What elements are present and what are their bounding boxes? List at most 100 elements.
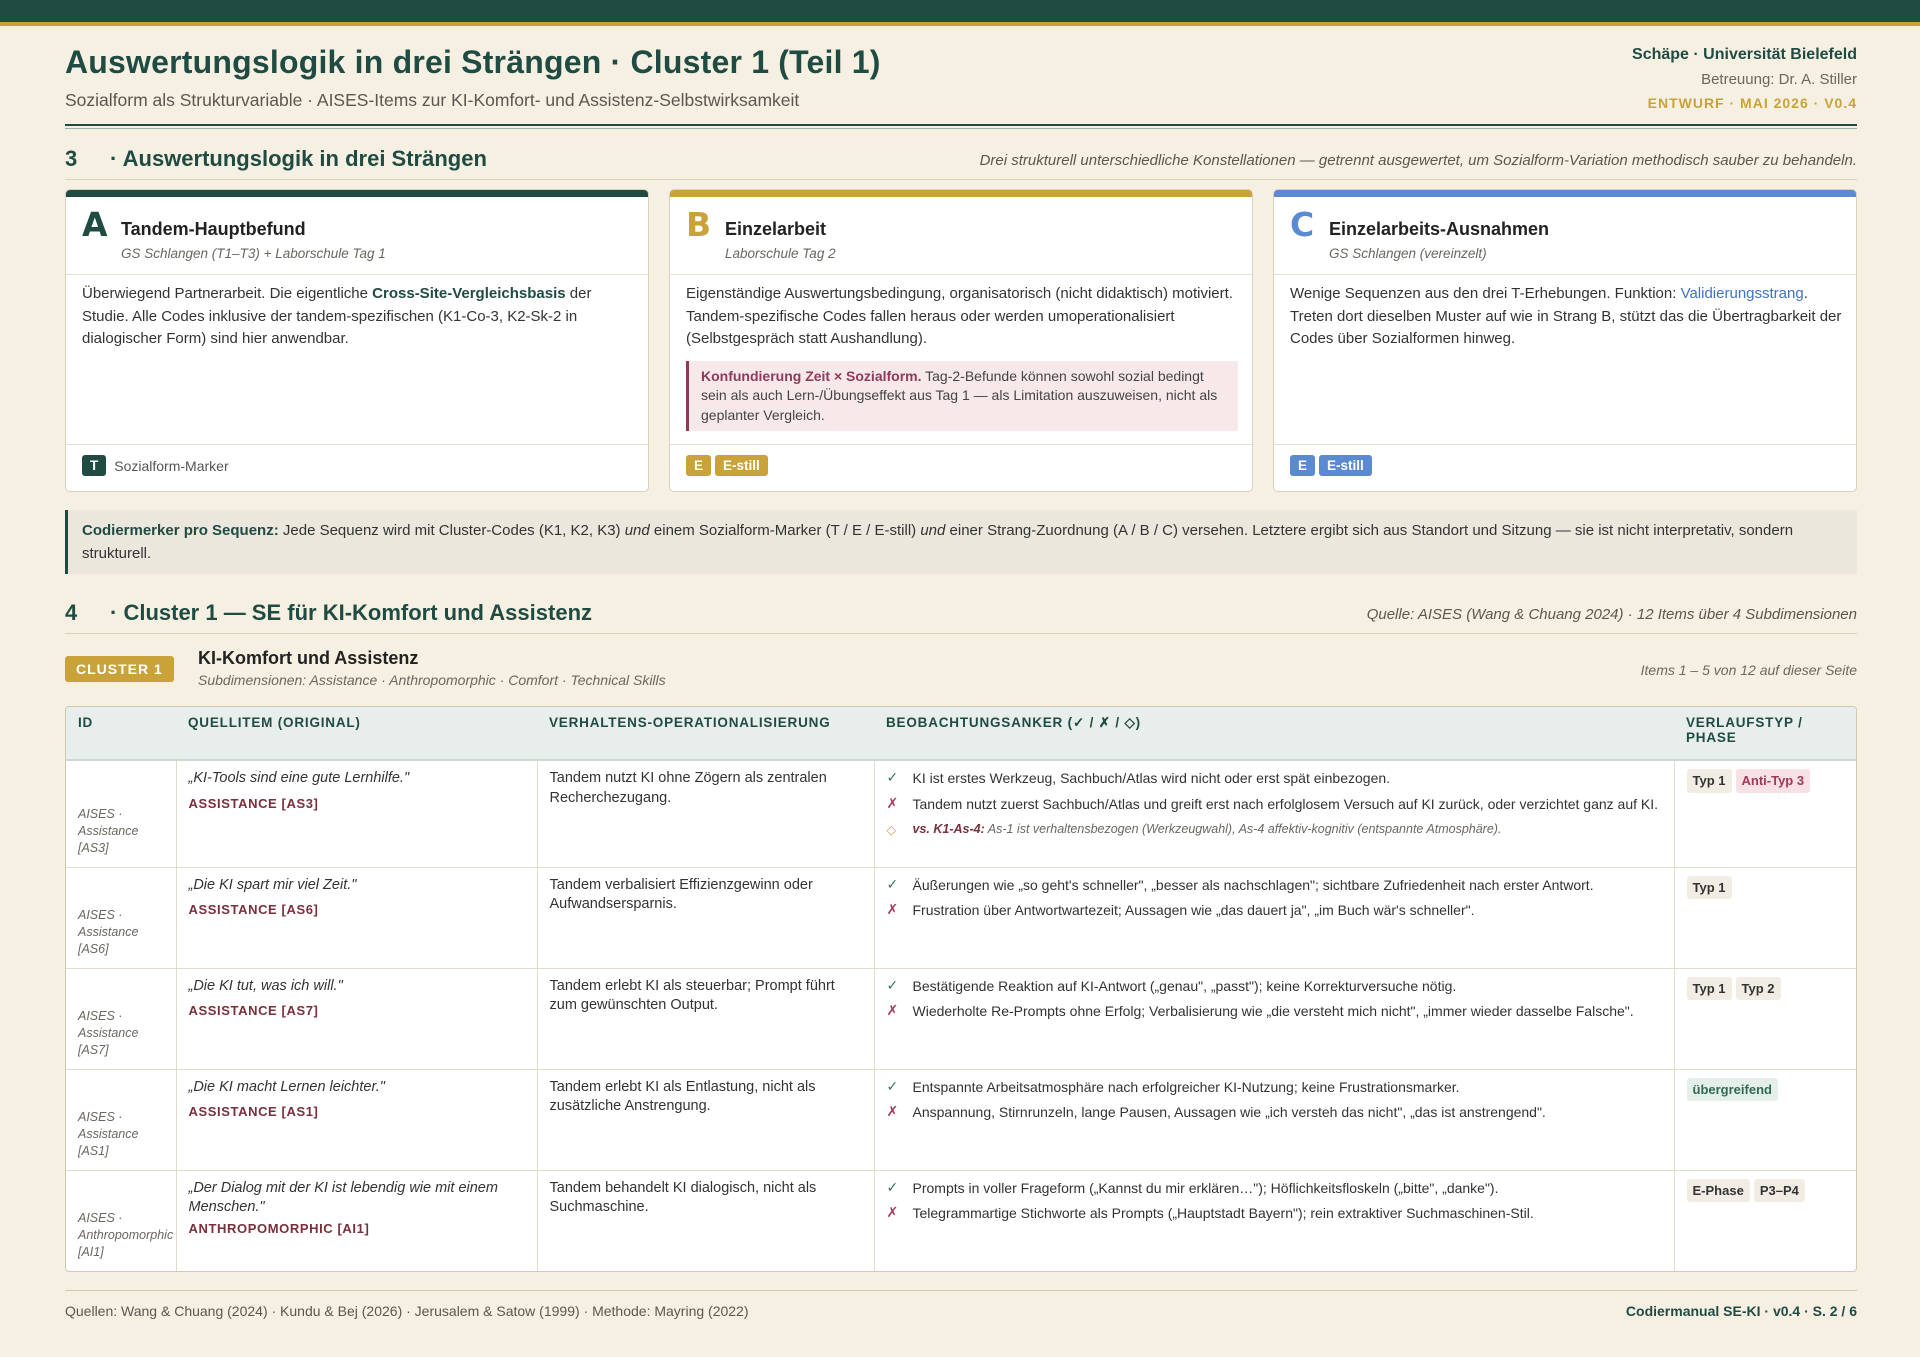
col-header-phase: VERLAUFSTYP / PHASE <box>1674 707 1856 761</box>
top-bar <box>0 0 1920 22</box>
strand-card-b: B Einzelarbeit Laborschule Tag 2 Eigenst… <box>669 189 1253 492</box>
source-item-cell: „Der Dialog mit der KI ist lebendig wie … <box>176 1169 538 1271</box>
item-id: AISES · Assistance [AS3] <box>66 759 177 867</box>
section-title: 3 · Auswertungslogik in drei Strängen <box>65 146 487 172</box>
item-quote: „Die KI macht Lernen leichter." <box>188 1078 385 1095</box>
card-letter: A <box>82 205 108 244</box>
item-code: ASSISTANCE [AS6] <box>188 902 319 917</box>
item-quote: „Der Dialog mit der KI ist lebendig wie … <box>188 1179 498 1216</box>
footer-page-info: Codiermanual SE-KI · v0.4 · S. 2 / 6 <box>1625 1303 1857 1319</box>
item-id: AISES · Assistance [AS7] <box>66 967 177 1069</box>
cross-icon: ✗ <box>886 1205 899 1221</box>
source-item-cell: „Die KI spart mir viel Zeit." ASSISTANCE … <box>176 866 538 968</box>
item-quote: „Die KI spart mir viel Zeit." <box>188 876 357 893</box>
table-row: AISES · Assistance [AS3] „KI-Tools sind … <box>66 759 1856 867</box>
item-id: AISES · Assistance [AS1] <box>66 1068 177 1170</box>
cluster-badge: CLUSTER 1 <box>65 656 174 682</box>
tag-e-still: E-still <box>715 455 768 476</box>
table-row: AISES · Assistance [AS7] „Die KI tut, wa… <box>66 967 1856 1069</box>
item-code: ASSISTANCE [AS7] <box>188 1003 319 1018</box>
anchor-text: Wiederholte Re-Prompts ohne Erfolg; Verb… <box>912 1003 1634 1019</box>
operationalization-cell: Tandem nutzt KI ohne Zögern als zentrale… <box>537 759 875 867</box>
card-body: Überwiegend Partnerarbeit. Die eigentlic… <box>82 283 634 351</box>
section-note: Drei strukturell unterschiedliche Konste… <box>979 152 1857 169</box>
phase-tag: Typ 1 <box>1686 875 1732 899</box>
anchor-text: KI ist erstes Werkzeug, Sachbuch/Atlas w… <box>912 770 1391 786</box>
distinction-anchor: ◇ vs. K1-As-4: As-1 ist verhaltensbezogen… <box>887 820 1662 840</box>
page-footer: Quellen: Wang & Chuang (2024) · Kundu & … <box>65 1290 1857 1320</box>
check-icon: ✓ <box>886 1179 899 1196</box>
section-title-text: · Cluster 1 — SE für KI-Komfort und Assi… <box>110 600 593 625</box>
limitation-note: Konfundierung Zeit × Sozialform. Tag-2-B… <box>686 360 1238 431</box>
positive-anchor: ✓ Äußerungen wie „so geht's schneller", „… <box>887 876 1662 896</box>
diamond-icon: ◇ <box>886 822 897 837</box>
source-item-cell: „KI-Tools sind eine gute Lernhilfe." ASSI… <box>176 759 538 867</box>
source-item-cell: „Die KI tut, was ich will." ASSISTANCE [A… <box>176 967 538 1069</box>
supervision: Betreuung: Dr. A. Stiller <box>1701 71 1857 88</box>
card-header: B Einzelarbeit Laborschule Tag 2 <box>670 197 1252 275</box>
anchor-text: Äußerungen wie „so geht's schneller", „b… <box>912 876 1594 893</box>
phase-tag: E-Phase <box>1686 1178 1750 1202</box>
positive-anchor: ✓ KI ist erstes Werkzeug, Sachbuch/Atlas … <box>887 769 1662 789</box>
cross-icon: ✗ <box>886 902 899 918</box>
tag-e-still: E-still <box>1319 455 1372 476</box>
anchors-cell: ✓ KI ist erstes Werkzeug, Sachbuch/Atlas … <box>874 759 1675 867</box>
positive-anchor: ✓ Prompts in voller Frageform („Kannst du… <box>887 1179 1662 1199</box>
phase-cell: E-Phase P3–P4 <box>1674 1169 1856 1271</box>
cross-icon: ✗ <box>886 1003 899 1019</box>
table-row: AISES · Anthropomorphic [AI1] „Der Dialo… <box>66 1169 1856 1271</box>
coding-note-text: Jede Sequenz wird mit Cluster-Codes (K1,… <box>278 522 625 539</box>
items-range: Items 1 – 5 von 12 auf dieser Seite <box>1640 662 1857 678</box>
anchors-cell: ✓ Prompts in voller Frageform („Kannst du… <box>874 1169 1675 1271</box>
section-number: 4 <box>65 600 78 625</box>
table-row: AISES · Assistance [AS1] „Die KI macht L… <box>66 1068 1856 1170</box>
header-divider-thin <box>65 128 1857 129</box>
cluster-header: CLUSTER 1 KI-Komfort und Assistenz Subdi… <box>65 646 1857 698</box>
anchors-cell: ✓ Bestätigende Reaktion auf KI-Antwort („… <box>874 967 1675 1069</box>
col-header-anchors: BEOBACHTUNGSANKER (✓ / ✗ / ◇) <box>874 707 1674 761</box>
phase-tag: Typ 1 <box>1686 976 1732 1000</box>
items-table: ID QUELLITEM (ORIGINAL) VERHALTENS-OPERA… <box>65 706 1857 1272</box>
card-accent-bar <box>66 190 648 197</box>
coding-note-text: einem Sozialform-Marker (T / E / E-still… <box>649 522 921 539</box>
strand-card-c: C Einzelarbeits-Ausnahmen GS Schlangen (… <box>1273 189 1857 492</box>
coding-note: Codiermerker pro Sequenz: Jede Sequenz w… <box>65 510 1857 574</box>
tag-e: E <box>686 455 712 476</box>
positive-anchor: ✓ Bestätigende Reaktion auf KI-Antwort („… <box>887 977 1662 997</box>
card-body: Eigenständige Auswertungsbedingung, orga… <box>686 283 1238 431</box>
section-4-heading: 4 · Cluster 1 — SE für KI-Komfort und Ass… <box>65 584 1857 634</box>
anchor-text: Frustration über Antwortwartezeit; Aussa… <box>912 902 1475 918</box>
col-header-id: ID <box>66 707 176 761</box>
section-title-text: · Auswertungslogik in drei Strängen <box>110 146 487 171</box>
strand-cards: A Tandem-Hauptbefund GS Schlangen (T1–T3… <box>65 189 1857 492</box>
page: Auswertungslogik in drei Strängen · Clus… <box>65 26 1857 1272</box>
anchor-text: Telegrammartige Stichworte als Prompts (… <box>912 1205 1534 1221</box>
phase-tag: Typ 2 <box>1735 976 1781 1000</box>
card-title: Tandem-Hauptbefund <box>121 219 306 239</box>
section-divider <box>65 179 1857 180</box>
phase-tag: übergreifend <box>1686 1077 1778 1101</box>
item-id: AISES · Assistance [AS6] <box>66 866 177 968</box>
check-icon: ✓ <box>886 876 899 893</box>
page-subtitle: Sozialform als Strukturvariable · AISES-… <box>65 90 800 110</box>
card-highlight: Validierungsstrang <box>1680 285 1804 302</box>
section-divider <box>65 633 1857 634</box>
tag-label: Sozialform-Marker <box>114 457 229 474</box>
col-header-operationalization: VERHALTENS-OPERATIONALISIERUNG <box>537 707 874 761</box>
operationalization-cell: Tandem verbalisiert Effizienzgewinn oder… <box>537 866 875 968</box>
card-accent-bar <box>1274 190 1856 197</box>
card-letter: B <box>686 205 712 244</box>
source-item-cell: „Die KI macht Lernen leichter." ASSISTANC… <box>176 1068 538 1170</box>
item-quote: „Die KI tut, was ich will." <box>188 977 343 994</box>
negative-anchor: ✗ Wiederholte Re-Prompts ohne Erfolg; Ver… <box>887 1002 1662 1022</box>
note-title: Konfundierung Zeit × Sozialform. <box>701 367 922 384</box>
phase-tag: Typ 1 <box>1686 769 1732 793</box>
tag-e: E <box>1290 455 1316 476</box>
author: Schäpe · Universität Bielefeld <box>1632 46 1857 63</box>
card-text: Wenige Sequenzen aus den drei T-Erhebung… <box>1290 285 1681 302</box>
operationalization-cell: Tandem behandelt KI dialogisch, nicht al… <box>537 1169 875 1271</box>
cross-icon: ✗ <box>886 795 899 812</box>
phase-cell: Typ 1 Anti-Typ 3 <box>1674 759 1856 867</box>
anchors-cell: ✓ Entspannte Arbeitsatmosphäre nach erfol… <box>874 1068 1675 1170</box>
cluster-title: KI-Komfort und Assistenz <box>198 648 419 668</box>
